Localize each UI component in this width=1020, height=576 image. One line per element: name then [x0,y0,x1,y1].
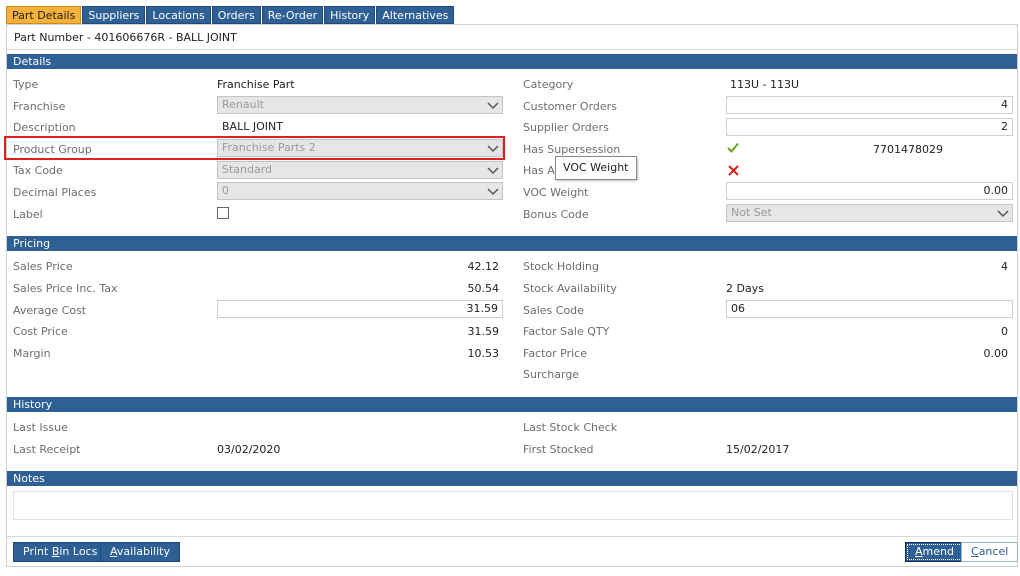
divider [7,49,1017,50]
type-value: Franchise Part [217,78,295,91]
average-cost-label: Average Cost [13,304,87,317]
description-label: Description [13,121,76,134]
customer-orders-field[interactable]: 4 [726,96,1013,114]
franchise-select-value: Renault [222,98,264,111]
last-receipt-value: 03/02/2020 [217,443,281,456]
margin-label: Margin [13,347,51,360]
cancel-hotkey: C [971,545,979,558]
bonus-code-select[interactable]: Not Set [726,204,1013,222]
sales-price-label: Sales Price [13,260,73,273]
tab-orders[interactable]: Orders [211,6,261,24]
tax-code-select-value: Standard [222,163,273,176]
type-label: Type [13,78,39,91]
has-supersession-label: Has Supersession [523,143,621,156]
category-value: 113U - 113U [730,78,800,91]
last-issue-label: Last Issue [13,421,68,434]
supplier-orders-field[interactable]: 2 [726,118,1013,136]
page-title: Part Number - 401606676R - BALL JOINT [14,31,237,44]
tab-part-details[interactable]: Part Details [6,6,82,24]
tab-locations[interactable]: Locations [146,6,211,24]
section-header-notes: Notes [7,471,1017,486]
amend-button[interactable]: Amend [905,542,964,562]
section-header-pricing: Pricing [7,236,1017,251]
voc-weight-tooltip: VOC Weight [555,156,637,180]
label-label: Label [13,208,43,221]
franchise-select[interactable]: Renault [217,96,503,114]
factor-sale-qty-label: Factor Sale QTY [523,325,610,338]
cross-icon [728,165,739,176]
stock-availability-value: 2 Days [726,282,764,295]
sales-price-inc-tax-value: 50.54 [467,282,500,295]
decimal-places-label: Decimal Places [13,186,97,199]
print-bin-locs-text-1: Print [23,545,52,558]
decimal-places-select-value: 0 [222,184,229,197]
availability-text: vailability [116,545,170,558]
sales-code-label: Sales Code [523,304,584,317]
description-field[interactable]: BALL JOINT [217,118,503,136]
chevron-down-icon [487,167,499,175]
category-label: Category [523,78,574,91]
average-cost-field[interactable]: 31.59 [217,300,503,318]
tab-suppliers[interactable]: Suppliers [82,6,146,24]
cancel-button[interactable]: Cancel [961,542,1019,562]
surcharge-label: Surcharge [523,368,580,381]
amend-text: mend [922,545,954,558]
section-header-history: History [7,397,1017,412]
bonus-code-label: Bonus Code [523,208,589,221]
chevron-down-icon [997,210,1009,218]
last-receipt-label: Last Receipt [13,443,81,456]
factor-price-value: 0.00 [983,347,1009,360]
cancel-text: ancel [978,545,1009,558]
tab-re-order[interactable]: Re-Order [261,6,324,24]
label-checkbox[interactable] [217,207,229,219]
cost-price-label: Cost Price [13,325,68,338]
tax-code-select[interactable]: Standard [217,161,503,179]
part-details-panel: Part Number - 401606676R - BALL JOINT De… [4,24,1019,567]
last-stock-check-label: Last Stock Check [523,421,618,434]
factor-price-label: Factor Price [523,347,588,360]
voc-weight-label: VOC Weight [523,186,589,199]
stock-holding-label: Stock Holding [523,260,599,273]
bonus-code-select-value: Not Set [731,206,772,219]
first-stocked-value: 15/02/2017 [726,443,790,456]
print-bin-locs-text-2: in Locs [59,545,98,558]
chevron-down-icon [487,102,499,110]
check-icon [727,142,739,153]
tab-bar: Part Details Suppliers Locations Orders … [6,6,455,24]
cost-price-value: 31.59 [467,325,500,338]
supersession-part-number: 7701478029 [873,143,943,156]
amend-hotkey: A [915,545,923,558]
chevron-down-icon [487,188,499,196]
availability-button[interactable]: Availability [100,542,180,562]
print-bin-locs-button[interactable]: Print Bin Locs [13,542,108,562]
franchise-label: Franchise [13,100,66,113]
voc-weight-field[interactable]: 0.00 [726,182,1013,200]
stock-availability-label: Stock Availability [523,282,617,295]
stock-holding-value: 4 [1001,260,1008,273]
customer-orders-label: Customer Orders [523,100,617,113]
tab-history[interactable]: History [324,6,376,24]
divider [7,536,1017,537]
margin-value: 10.53 [467,347,500,360]
availability-hotkey: A [110,545,117,558]
sales-code-field[interactable]: 06 [726,300,1013,318]
product-group-highlight [4,136,505,160]
section-header-details: Details [7,54,1017,69]
notes-field[interactable] [13,491,1013,520]
supplier-orders-label: Supplier Orders [523,121,609,134]
sales-price-value: 42.12 [467,260,500,273]
tab-alternatives[interactable]: Alternatives [376,6,455,24]
tax-code-label: Tax Code [13,164,63,177]
decimal-places-select[interactable]: 0 [217,182,503,200]
sales-price-inc-tax-label: Sales Price Inc. Tax [13,282,118,295]
factor-sale-qty-value: 0 [1001,325,1008,338]
first-stocked-label: First Stocked [523,443,594,456]
